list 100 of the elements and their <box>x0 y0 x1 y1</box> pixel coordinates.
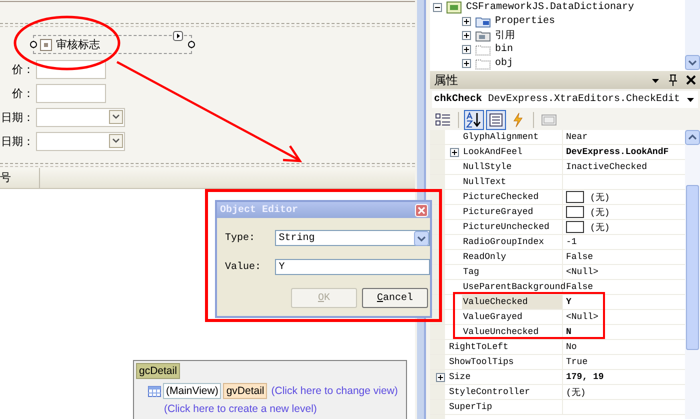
property-name: ValueChecked <box>462 295 562 309</box>
change-view-link[interactable]: (Click here to change view) <box>271 385 398 397</box>
expand-icon[interactable] <box>462 30 471 40</box>
property-row[interactable]: NullStyle InactiveChecked <box>430 160 685 175</box>
tree-item[interactable]: 引用 <box>495 28 515 42</box>
expand-icon[interactable] <box>450 148 459 156</box>
property-value: 179, 19 <box>566 372 604 382</box>
categorized-icon <box>435 112 451 128</box>
property-name: PictureGrayed <box>462 206 534 219</box>
grid-name-tag[interactable]: gcDetail <box>136 363 180 379</box>
property-value: -1 <box>566 237 577 247</box>
view-name-tag[interactable]: gvDetail <box>223 383 268 399</box>
folder-icon <box>475 14 491 28</box>
property-name: RightToLeft <box>448 341 510 354</box>
checkbox-label: 审核标志 <box>56 37 100 52</box>
tree-item[interactable]: bin <box>495 44 514 54</box>
folder-icon <box>475 28 491 42</box>
project-icon <box>446 0 462 14</box>
dialog-button[interactable]: Cancel <box>362 288 428 308</box>
date-field[interactable] <box>36 108 125 126</box>
property-name: LookAndFeel <box>462 146 524 159</box>
expand-icon[interactable] <box>436 372 445 382</box>
property-name: UseParentBackground <box>462 281 566 294</box>
sort-az-icon <box>466 112 482 128</box>
property-row[interactable]: StyleController (无) <box>430 385 685 400</box>
scrollbar[interactable] <box>685 130 700 419</box>
field-label: 日期： <box>0 134 35 148</box>
dropdown-icon[interactable] <box>109 134 123 148</box>
resize-handle[interactable] <box>30 41 37 48</box>
toolbar-button[interactable] <box>464 110 484 130</box>
property-name: ReadOnly <box>462 251 508 264</box>
property-name: NullText <box>462 176 508 189</box>
property-row[interactable]: LookAndFeel DevExpress.LookAndF <box>430 145 685 160</box>
property-name: StyleController <box>448 386 532 399</box>
type-dropdown[interactable]: String <box>274 230 430 246</box>
toolbar-button[interactable] <box>486 110 506 130</box>
property-value: (无) <box>590 222 610 234</box>
dialog-title: Object Editor <box>220 204 298 216</box>
expand-icon[interactable] <box>462 16 471 26</box>
property-value: Near <box>566 132 588 142</box>
property-name: RadioGroupIndex <box>462 236 546 249</box>
main-view-tag[interactable]: (MainView) <box>163 383 222 399</box>
property-value: False <box>566 282 594 292</box>
date-field[interactable] <box>36 132 125 150</box>
tree-item[interactable]: Properties <box>495 16 556 26</box>
new-level-link[interactable]: (Click here to create a new level) <box>136 403 317 415</box>
value-field[interactable]: Y <box>274 259 430 275</box>
property-name: ValueUnchecked <box>462 326 540 339</box>
property-value: DevExpress.LookAndF <box>566 147 669 157</box>
property-list-icon <box>488 112 504 128</box>
scroll-down-icon[interactable] <box>685 55 700 70</box>
object-selector[interactable]: chkCheck DevExpress.XtraEditors.CheckEdit <box>432 91 698 108</box>
property-name: GlyphAlignment <box>462 131 540 144</box>
smart-tag-icon[interactable] <box>173 31 183 41</box>
scroll-up-icon[interactable] <box>685 130 700 145</box>
property-row[interactable]: SuperTip <box>430 400 685 415</box>
property-name: SuperTip <box>448 401 494 414</box>
field-label: 日期： <box>0 110 35 124</box>
field-label: 价： <box>11 86 35 100</box>
collapse-icon[interactable] <box>433 2 442 12</box>
text-field[interactable] <box>36 84 106 102</box>
property-row[interactable]: ShowToolTips True <box>430 355 685 370</box>
grid-icon <box>148 386 161 396</box>
folder-icon <box>475 42 491 56</box>
dropdown-icon[interactable] <box>109 110 123 124</box>
expand-icon[interactable] <box>462 44 471 54</box>
property-value: False <box>566 252 594 262</box>
tree-item[interactable]: obj <box>495 58 514 68</box>
property-pages-icon <box>541 112 557 128</box>
property-row[interactable]: ValueChecked Y <box>430 295 685 310</box>
scroll-thumb[interactable] <box>686 185 699 350</box>
dropdown-icon[interactable] <box>687 98 694 102</box>
checkbox[interactable] <box>40 38 52 50</box>
field-label: Value: <box>225 262 262 272</box>
property-name: NullStyle <box>462 161 513 174</box>
property-row[interactable]: Size 179, 19 <box>430 370 685 385</box>
column-header[interactable]: 号 <box>0 168 40 188</box>
property-value: (无) <box>566 386 586 398</box>
property-value: Y <box>566 297 572 307</box>
close-icon[interactable] <box>686 75 696 85</box>
property-value: <Null> <box>566 312 598 322</box>
property-value: (无) <box>590 192 610 204</box>
property-value: InactiveChecked <box>566 162 648 172</box>
scrollbar[interactable] <box>685 0 700 70</box>
resize-handle[interactable] <box>188 41 195 48</box>
property-row[interactable]: GlyphAlignment Near <box>430 130 685 145</box>
field-label: Type: <box>225 232 256 244</box>
property-name: PictureUnchecked <box>462 221 550 234</box>
property-value: (无) <box>590 206 610 218</box>
property-name: Tag <box>462 266 480 279</box>
property-value: No <box>566 342 577 352</box>
tree-item[interactable]: CSFrameworkJS.DataDictionary <box>466 2 634 12</box>
property-row[interactable]: RightToLeft No <box>430 340 685 355</box>
expand-icon[interactable] <box>462 58 471 68</box>
property-name: Size <box>448 371 472 384</box>
field-label: 价： <box>11 62 35 76</box>
property-name: ValueGrayed <box>462 311 524 324</box>
property-row[interactable]: NullText <box>430 175 685 190</box>
pin-icon[interactable] <box>668 74 678 86</box>
property-row[interactable]: ValueUnchecked N <box>430 325 685 340</box>
